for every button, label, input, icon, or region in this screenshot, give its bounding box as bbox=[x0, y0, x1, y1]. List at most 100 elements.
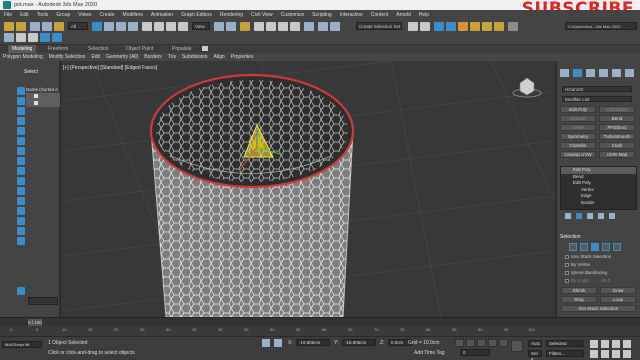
tab-modeling[interactable]: Modeling bbox=[8, 45, 37, 53]
link-icon[interactable] bbox=[30, 22, 40, 31]
pin-stack-icon[interactable] bbox=[565, 213, 571, 219]
checkbox[interactable] bbox=[565, 262, 569, 267]
checkbox[interactable] bbox=[565, 270, 569, 275]
by-angle-option[interactable]: By Angle: 45.0 bbox=[565, 278, 610, 283]
modifier-unwrap-uvw-button[interactable]: Unwrap UVW bbox=[560, 151, 596, 158]
shrink-button[interactable]: Shrink bbox=[561, 287, 597, 294]
menu-tools[interactable]: Tools bbox=[37, 12, 49, 18]
modifier-bevel-button[interactable]: Bevel bbox=[560, 124, 596, 131]
select-object-icon[interactable] bbox=[92, 22, 102, 31]
go-to-end-icon[interactable] bbox=[499, 339, 508, 347]
selection-rollout-title[interactable]: Selection bbox=[560, 234, 637, 240]
filter-invert-icon[interactable] bbox=[17, 227, 25, 235]
render-frame-icon[interactable] bbox=[482, 22, 492, 31]
panel-geometry-all[interactable]: Geometry (All) bbox=[106, 54, 138, 60]
select-by-name-icon[interactable] bbox=[104, 22, 114, 31]
maximize-viewport-icon[interactable] bbox=[623, 350, 631, 358]
zoom-extents-icon[interactable] bbox=[612, 340, 620, 348]
modifier-chamfer-button[interactable]: Chamfer bbox=[560, 142, 596, 149]
unlink-icon[interactable] bbox=[42, 22, 52, 31]
remove-modifier-icon[interactable] bbox=[598, 213, 604, 219]
object-name-field[interactable]: HGaro03 bbox=[562, 86, 632, 92]
move-icon[interactable] bbox=[142, 22, 152, 31]
viewcube[interactable] bbox=[512, 77, 542, 98]
toggle-scene-explorer-icon[interactable] bbox=[408, 22, 418, 31]
x-coord-field[interactable]: -19.806cm bbox=[296, 339, 330, 346]
zoom-extents-all-icon[interactable] bbox=[623, 340, 631, 348]
motion-tab-icon[interactable] bbox=[599, 69, 608, 77]
element-mode-icon[interactable] bbox=[613, 243, 621, 251]
render-setup-icon[interactable] bbox=[470, 22, 480, 31]
time-slider[interactable]: 0 / 100 bbox=[0, 317, 640, 326]
zoom-icon[interactable] bbox=[590, 340, 598, 348]
bind-space-warp-icon[interactable] bbox=[54, 22, 64, 31]
by-vertex-option[interactable]: By Vertex bbox=[565, 262, 590, 267]
rect-selection-icon[interactable] bbox=[116, 22, 126, 31]
explorer-column-header[interactable]: Name (Sorted A bbox=[26, 86, 60, 93]
filter-helpers-icon[interactable] bbox=[17, 127, 25, 135]
perspective-viewport[interactable]: [+] [Perspective] [Standard] [Edged Face… bbox=[61, 61, 555, 317]
panel-polygon-modeling[interactable]: Polygon Modeling bbox=[3, 54, 43, 60]
filter-xrefs-icon[interactable] bbox=[17, 157, 25, 165]
material-editor-icon[interactable] bbox=[458, 22, 468, 31]
field-of-view-icon[interactable] bbox=[590, 350, 598, 358]
viewport-label[interactable]: [+] [Perspective] [Standard] [Edged Face… bbox=[63, 65, 157, 71]
modifier-edit-spline-button[interactable]: Edit Spline bbox=[599, 106, 635, 113]
layer-add-icon[interactable] bbox=[28, 33, 38, 42]
filter-cameras-icon[interactable] bbox=[17, 117, 25, 125]
menu-arnold[interactable]: Arnold bbox=[396, 12, 410, 18]
modifier-turbosmooth-button[interactable]: TurboSmooth bbox=[599, 133, 635, 140]
place-icon[interactable] bbox=[178, 22, 188, 31]
menu-file[interactable]: File bbox=[4, 12, 12, 18]
panel-edit[interactable]: Edit bbox=[91, 54, 100, 60]
explorer-item[interactable] bbox=[26, 100, 60, 107]
panel-properties[interactable]: Properties bbox=[231, 54, 254, 60]
panel-borders[interactable]: Borders bbox=[144, 54, 162, 60]
filter-containers-icon[interactable] bbox=[17, 177, 25, 185]
panel-tris[interactable]: Tris bbox=[168, 54, 176, 60]
vertex-mode-icon[interactable] bbox=[569, 243, 577, 251]
orbit-icon[interactable] bbox=[612, 350, 620, 358]
configure-sets-icon[interactable] bbox=[609, 213, 615, 219]
percent-snap-icon[interactable] bbox=[278, 22, 288, 31]
menu-scripting[interactable]: Scripting bbox=[312, 12, 331, 18]
menu-interactive[interactable]: Interactive bbox=[340, 12, 363, 18]
filter-shapes-icon[interactable] bbox=[17, 97, 25, 105]
pot-mesh[interactable] bbox=[141, 73, 361, 317]
make-unique-icon[interactable] bbox=[587, 213, 593, 219]
play-icon[interactable] bbox=[477, 339, 486, 347]
maxscript-listener[interactable]: MAXScript Mi: bbox=[2, 341, 42, 348]
menu-rendering[interactable]: Rendering bbox=[220, 12, 243, 18]
pivot-center-icon[interactable] bbox=[214, 22, 224, 31]
grow-button[interactable]: Grow bbox=[600, 287, 636, 294]
modifier-cloth-button[interactable]: Cloth bbox=[599, 142, 635, 149]
viewport-canvas[interactable] bbox=[61, 61, 555, 317]
view-dropdown[interactable]: View bbox=[192, 22, 210, 30]
filter-geometry-icon[interactable] bbox=[17, 87, 25, 95]
menu-customize[interactable]: Customize bbox=[281, 12, 305, 18]
keyboard-shortcut-icon[interactable] bbox=[240, 22, 250, 31]
utilities-tab-icon[interactable] bbox=[625, 69, 634, 77]
display-tab-icon[interactable] bbox=[612, 69, 621, 77]
get-stack-selection-button[interactable]: Get Stack Selection bbox=[561, 305, 636, 312]
select-manipulate-icon[interactable] bbox=[226, 22, 236, 31]
set-key-icon[interactable] bbox=[511, 340, 523, 352]
menu-help[interactable]: Help bbox=[419, 12, 429, 18]
next-frame-icon[interactable] bbox=[488, 339, 497, 347]
polygon-mode-icon[interactable] bbox=[602, 243, 610, 251]
align-icon[interactable] bbox=[330, 22, 340, 31]
modifier-list-dropdown[interactable]: Modifier List bbox=[562, 96, 632, 102]
set-key-button[interactable]: Set K. bbox=[528, 350, 542, 360]
modifier-ffd-box-button[interactable]: FFD(box) bbox=[599, 124, 635, 131]
show-end-result-icon[interactable] bbox=[576, 213, 582, 219]
menu-group[interactable]: Group bbox=[56, 12, 70, 18]
layer-dropdown[interactable] bbox=[28, 297, 58, 305]
ring-button[interactable]: Ring bbox=[561, 296, 597, 303]
layer-properties-icon[interactable] bbox=[52, 33, 62, 42]
rendered-frame-window-icon[interactable] bbox=[508, 22, 518, 31]
menu-edit[interactable]: Edit bbox=[20, 12, 29, 18]
modifier-bend-button[interactable]: Bend bbox=[599, 115, 635, 122]
panel-align[interactable]: Align bbox=[214, 54, 225, 60]
filter-spacewarps-icon[interactable] bbox=[17, 137, 25, 145]
undo-icon[interactable] bbox=[4, 22, 14, 31]
